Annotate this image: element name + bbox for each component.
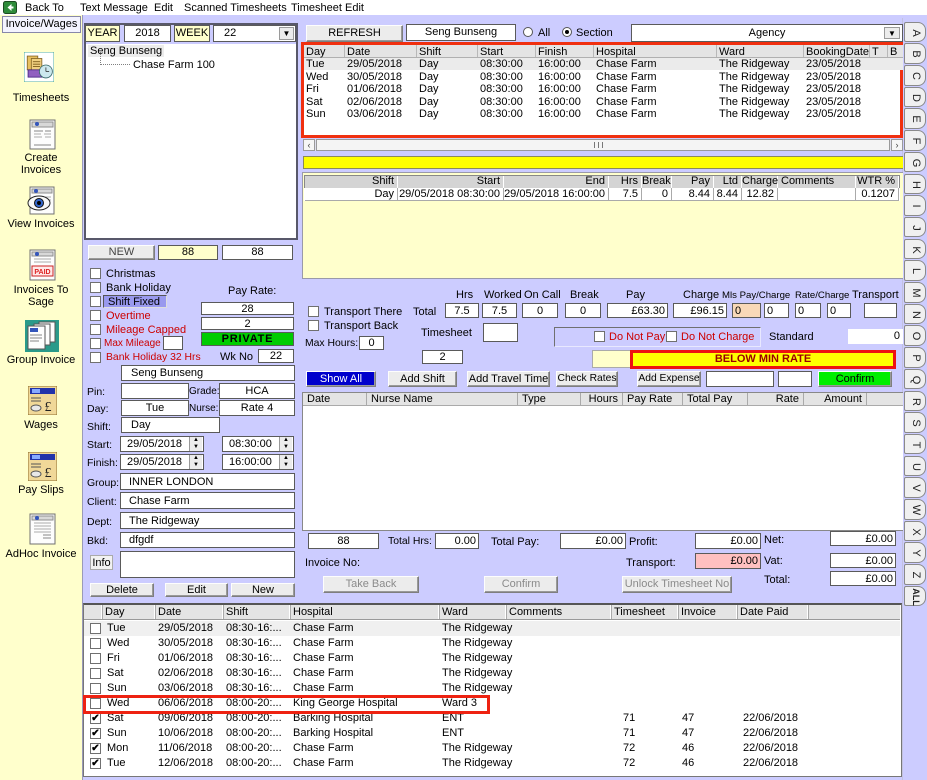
svg-text:£: £ bbox=[45, 400, 52, 415]
svg-text:£: £ bbox=[45, 466, 52, 481]
svg-text:PAID: PAID bbox=[34, 269, 50, 276]
